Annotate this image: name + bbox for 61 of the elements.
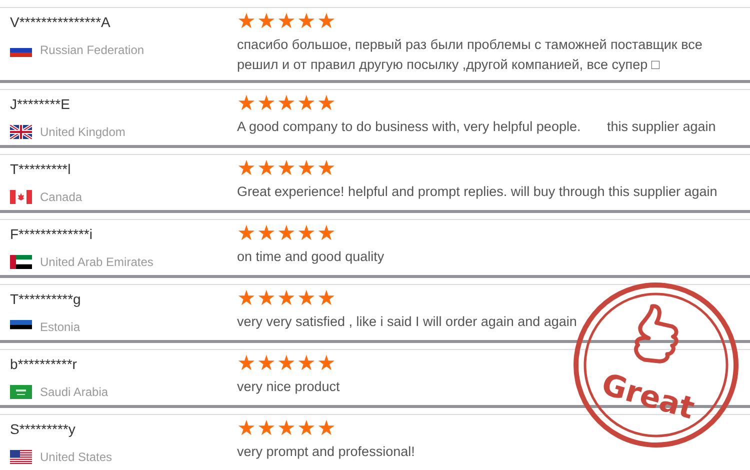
country-name: Estonia (40, 319, 80, 335)
country-name: Canada (40, 189, 82, 205)
star-icon: ★ (297, 418, 316, 440)
reviewer-name: S*********y (10, 420, 76, 438)
uk-flag-icon (10, 125, 32, 139)
star-icon: ★ (237, 353, 256, 375)
country-name: Russian Federation (40, 42, 144, 58)
star-icon: ★ (297, 11, 316, 33)
star-icon: ★ (277, 158, 296, 180)
uae-flag-icon (10, 255, 32, 269)
stamp-label: Great (598, 368, 698, 427)
star-icon: ★ (237, 93, 256, 115)
star-icon: ★ (297, 223, 316, 245)
star-icon: ★ (277, 418, 296, 440)
reviewer-name: b**********r (10, 355, 77, 373)
star-icon: ★ (257, 418, 276, 440)
review-comment: Great experience! helpful and prompt replies. will buy through this supplier again (237, 183, 718, 201)
star-icon: ★ (317, 93, 336, 115)
star-icon: ★ (297, 158, 316, 180)
review-comment: very prompt and professional! (237, 443, 416, 461)
star-icon: ★ (317, 11, 336, 33)
star-icon: ★ (257, 223, 276, 245)
star-icon: ★ (317, 418, 336, 440)
star-icon: ★ (297, 353, 316, 375)
review-comment: very very satisfied , like i said I will order again and again (237, 313, 578, 331)
canada-flag-icon (10, 190, 32, 204)
star-icon: ★ (317, 158, 336, 180)
star-icon: ★ (277, 93, 296, 115)
star-icon: ★ (277, 11, 296, 33)
usa-flag-icon (10, 450, 32, 464)
star-icon: ★ (297, 93, 316, 115)
star-icon: ★ (277, 288, 296, 310)
reviewer-name: V***************A (10, 13, 110, 31)
star-icon: ★ (317, 353, 336, 375)
star-icon: ★ (277, 353, 296, 375)
star-icon: ★ (237, 418, 256, 440)
review-comment: on time and good quality (237, 248, 386, 266)
star-icon: ★ (237, 288, 256, 310)
star-icon: ★ (237, 11, 256, 33)
country-name: United States (40, 449, 112, 465)
star-icon: ★ (257, 353, 276, 375)
review-comment: A good company to do business with, very helpful people. this supplier again (237, 118, 717, 136)
star-icon: ★ (317, 288, 336, 310)
star-icon: ★ (237, 158, 256, 180)
star-icon: ★ (317, 223, 336, 245)
star-icon: ★ (257, 93, 276, 115)
star-icon: ★ (257, 11, 276, 33)
saudi-flag-icon (10, 385, 32, 399)
star-icon: ★ (257, 158, 276, 180)
country-name: United Arab Emirates (40, 254, 154, 270)
star-icon: ★ (297, 288, 316, 310)
star-icon: ★ (277, 223, 296, 245)
country-name: United Kingdom (40, 124, 126, 140)
reviewer-name: T*********l (10, 160, 71, 178)
country-name: Saudi Arabia (40, 384, 108, 400)
star-icon: ★ (257, 288, 276, 310)
reviewer-name: F*************i (10, 225, 92, 243)
reviewer-name: J********E (10, 95, 70, 113)
star-icon: ★ (237, 223, 256, 245)
review-comment: спасибо большое, первый раз были проблемы с таможней поставщик все решил и от правил другую посылку ,другой компанией, все супер □ (237, 36, 704, 74)
reviewer-name: T**********g (10, 290, 81, 308)
